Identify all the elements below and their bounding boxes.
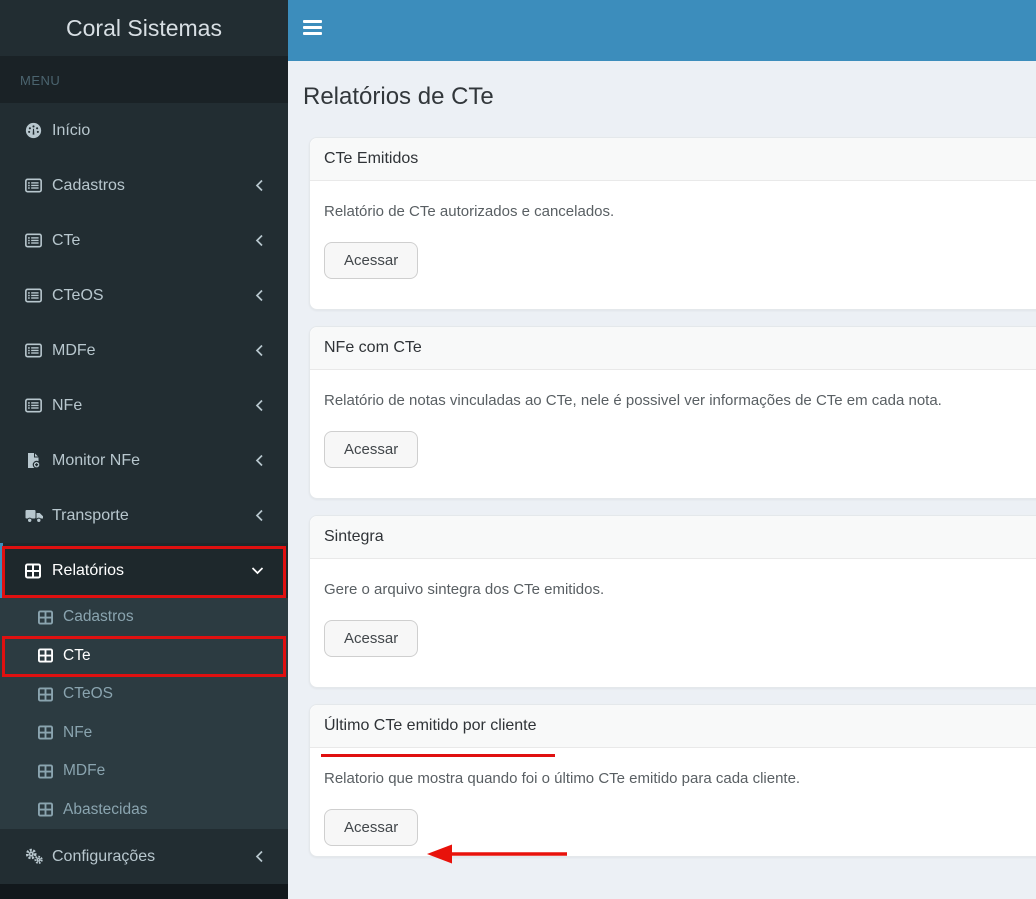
chevron-left-icon xyxy=(255,509,264,522)
sidebar-item-transporte[interactable]: Transporte xyxy=(0,488,288,543)
sidebar-subitem-abastecidas[interactable]: Abastecidas xyxy=(0,791,288,830)
sidebar-item-label: CTeOS xyxy=(52,286,104,304)
list-icon xyxy=(25,342,52,359)
truck-icon xyxy=(25,508,52,524)
card-nfe-com-cte: NFe com CTe Relatório de notas vinculada… xyxy=(309,326,1036,499)
list-icon xyxy=(25,397,52,414)
sidebar-item-label: Transporte xyxy=(52,506,129,524)
sidebar: Coral Sistemas MENU Início Cadastros CTe… xyxy=(0,0,288,899)
table-icon xyxy=(38,764,63,779)
brand[interactable]: Coral Sistemas xyxy=(0,0,288,56)
sidebar-item-label: Configurações xyxy=(52,847,156,865)
acessar-button-ultimo-cte[interactable]: Acessar xyxy=(324,809,419,846)
card-title: Último CTe emitido por cliente xyxy=(310,705,1036,748)
sidebar-subitem-label: Abastecidas xyxy=(63,800,148,818)
sidebar-subitem-label: CTeOS xyxy=(63,685,113,703)
list-icon xyxy=(25,287,52,304)
acessar-button-cte-emitidos[interactable]: Acessar xyxy=(324,242,419,279)
page-title: Relatórios de CTe xyxy=(303,83,494,110)
sidebar-item-mdfe[interactable]: MDFe xyxy=(0,323,288,378)
card-description: Relatório de CTe autorizados e cancelado… xyxy=(324,203,615,220)
sidebar-item-monitor-nfe[interactable]: Monitor NFe xyxy=(0,433,288,488)
acessar-button-sintegra[interactable]: Acessar xyxy=(324,620,419,657)
sidebar-item-cte[interactable]: CTe xyxy=(0,213,288,268)
sidebar-item-inicio[interactable]: Início xyxy=(0,103,288,158)
sidebar-item-nfe[interactable]: NFe xyxy=(0,378,288,433)
sidebar-item-cteos[interactable]: CTeOS xyxy=(0,268,288,323)
table-icon xyxy=(38,687,63,702)
card-title: Sintegra xyxy=(310,516,1036,559)
card-sintegra: Sintegra Gere o arquivo sintegra dos CTe… xyxy=(309,515,1036,688)
sidebar-menu: Início Cadastros CTe CTeOS MDFe NFe Moni… xyxy=(0,103,288,884)
list-icon xyxy=(25,177,52,194)
top-navbar xyxy=(288,0,1036,61)
sidebar-item-configuracoes[interactable]: Configurações xyxy=(0,829,288,884)
sidebar-item-label: Relatórios xyxy=(52,561,125,579)
card-description: Relatorio que mostra quando foi o último… xyxy=(324,770,801,787)
sidebar-item-label: Monitor NFe xyxy=(52,451,141,469)
brand-label: Coral Sistemas xyxy=(66,15,222,41)
hamburger-icon xyxy=(303,20,322,23)
sidebar-toggle-button[interactable] xyxy=(288,0,322,38)
main-content: Relatórios de CTe CTe Emitidos Relatório… xyxy=(288,0,1036,899)
sidebar-item-label: Início xyxy=(52,121,91,139)
acessar-button-nfe-com-cte[interactable]: Acessar xyxy=(324,431,419,468)
sidebar-subitem-cteos[interactable]: CTeOS xyxy=(0,675,288,714)
sidebar-item-label: CTe xyxy=(52,231,81,249)
table-icon xyxy=(38,648,63,663)
menu-section-label: MENU xyxy=(0,56,288,103)
sidebar-footer-strip xyxy=(0,884,288,899)
card-description: Relatório de notas vinculadas ao CTe, ne… xyxy=(324,392,942,409)
card-description: Gere o arquivo sintegra dos CTe emitidos… xyxy=(324,581,605,598)
card-title: NFe com CTe xyxy=(310,327,1036,370)
sidebar-item-relatorios[interactable]: Relatórios xyxy=(0,543,288,598)
table-icon xyxy=(38,802,63,817)
sidebar-subitem-label: NFe xyxy=(63,723,93,741)
tachometer-icon xyxy=(25,122,52,139)
content-area: Relatórios de CTe CTe Emitidos Relatório… xyxy=(288,83,1036,857)
chevron-left-icon xyxy=(255,234,264,247)
list-icon xyxy=(25,232,52,249)
gears-icon xyxy=(25,848,52,865)
chevron-down-icon xyxy=(251,566,264,575)
chevron-left-icon xyxy=(255,344,264,357)
sidebar-subitem-nfe[interactable]: NFe xyxy=(0,714,288,753)
card-cte-emitidos: CTe Emitidos Relatório de CTe autorizado… xyxy=(309,137,1036,310)
sidebar-subitem-mdfe[interactable]: MDFe xyxy=(0,752,288,791)
sidebar-item-cadastros[interactable]: Cadastros xyxy=(0,158,288,213)
chevron-left-icon xyxy=(255,454,264,467)
table-icon xyxy=(38,725,63,740)
sidebar-item-label: Cadastros xyxy=(52,176,125,194)
relatorios-submenu: Cadastros CTe CTeOS NFe MDFe Abastecidas xyxy=(0,598,288,829)
card-title: CTe Emitidos xyxy=(310,138,1036,181)
sidebar-item-label: MDFe xyxy=(52,341,96,359)
sidebar-subitem-label: CTe xyxy=(63,646,91,664)
sidebar-subitem-label: MDFe xyxy=(63,762,106,780)
chevron-left-icon xyxy=(255,399,264,412)
file-plus-icon xyxy=(25,452,52,469)
chevron-left-icon xyxy=(255,289,264,302)
sidebar-subitem-label: Cadastros xyxy=(63,608,134,626)
sidebar-subitem-cte[interactable]: CTe xyxy=(0,637,288,676)
table-icon xyxy=(38,610,63,625)
chevron-left-icon xyxy=(255,179,264,192)
sidebar-item-label: NFe xyxy=(52,396,83,414)
table-icon xyxy=(25,563,52,579)
card-ultimo-cte-por-cliente: Último CTe emitido por cliente Relatorio… xyxy=(309,704,1036,857)
sidebar-subitem-cadastros[interactable]: Cadastros xyxy=(0,598,288,637)
chevron-left-icon xyxy=(255,850,264,863)
